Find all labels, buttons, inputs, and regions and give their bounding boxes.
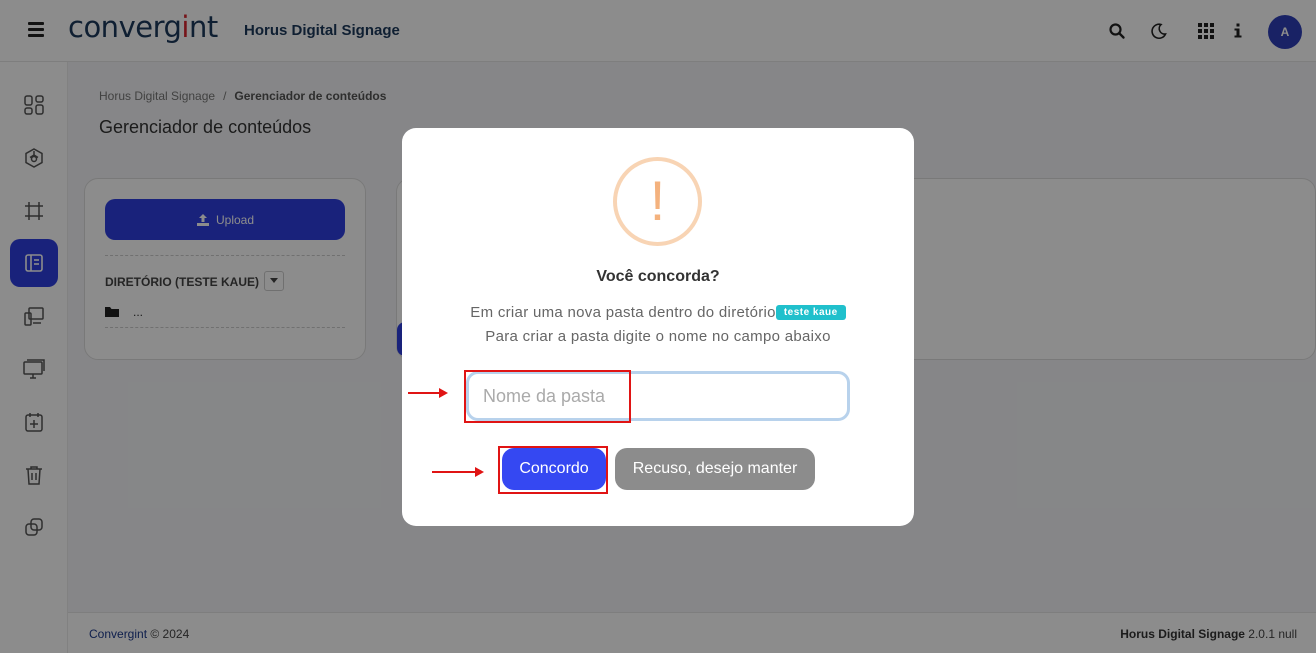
dialog-text-line-1: Em criar uma nova pasta dentro do diretó…: [402, 304, 914, 321]
annotation-arrow-input: [408, 388, 448, 398]
dialog-text-line-2: Para criar a pasta digite o nome no camp…: [485, 328, 831, 345]
folder-tag-badge: teste kaue: [775, 305, 846, 320]
cancel-button[interactable]: Recuso, desejo manter: [615, 448, 815, 490]
dialog-title: Você concorda?: [596, 268, 720, 285]
warning-icon: !: [613, 157, 702, 246]
annotation-box-input: [464, 370, 631, 423]
annotation-box-confirm: [498, 446, 608, 494]
annotation-arrow-confirm: [432, 467, 484, 477]
